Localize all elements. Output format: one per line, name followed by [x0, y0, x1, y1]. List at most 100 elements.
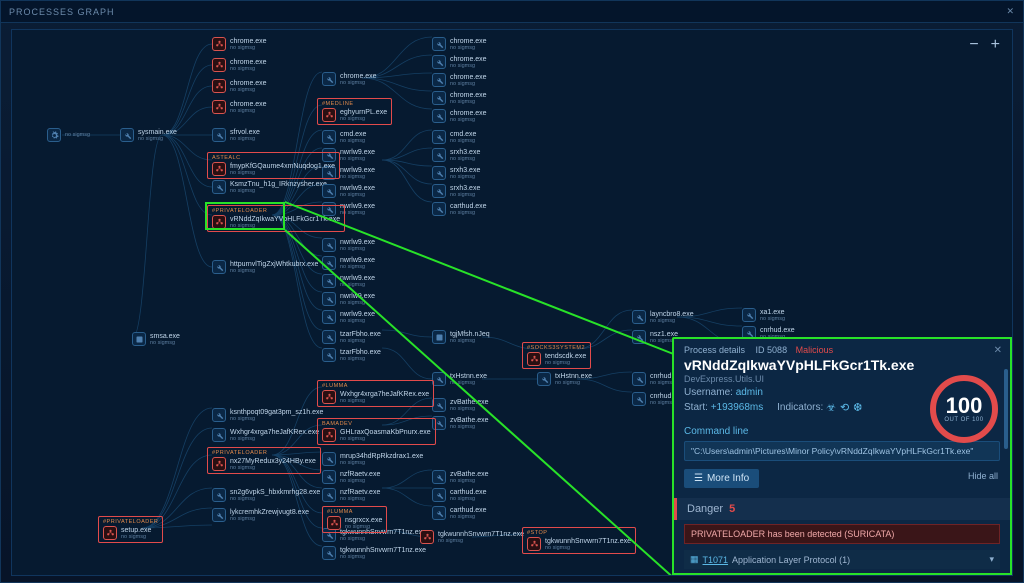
process-node[interactable]: tgkwunnhSnvwrn7T1nz.exeno sigmsg: [420, 530, 524, 544]
biohazard-icon: ☣: [826, 401, 836, 414]
process-node[interactable]: cmd.exeno sigmsg: [432, 130, 476, 144]
process-node[interactable]: chrome.exeno sigmsg: [432, 73, 487, 87]
wrench-icon: [212, 508, 226, 522]
process-node[interactable]: #MEDLINEeghyurnPL.exeno sigmsg: [317, 98, 392, 125]
process-node[interactable]: chrome.exeno sigmsg: [322, 72, 377, 86]
process-node[interactable]: xa1.exeno sigmsg: [742, 308, 785, 322]
panel-label: Process details: [684, 345, 745, 355]
process-node[interactable]: httpurnvlTigZxjWhtkubrx.exeno sigmsg: [212, 260, 318, 274]
process-node[interactable]: tzarFbho.exeno sigmsg: [322, 330, 381, 344]
scrollbar-thumb[interactable]: [1004, 369, 1008, 449]
haz-icon: [212, 162, 226, 176]
chevron-down-icon: ▾: [989, 554, 994, 565]
process-node[interactable]: KsmzTnu_h1g_IRknzysher.exeno sigmsg: [212, 180, 327, 194]
process-node[interactable]: cmd.exeno sigmsg: [322, 130, 366, 144]
haz-icon: [322, 108, 336, 122]
process-node[interactable]: zvBathe.exeno sigmsg: [432, 470, 489, 484]
wrench-icon: [432, 184, 446, 198]
process-node[interactable]: nzfRaetv.exeno sigmsg: [322, 470, 380, 484]
mitre-id[interactable]: T1071: [703, 555, 729, 565]
more-info-button[interactable]: ☰ More Info: [684, 469, 759, 488]
wrench-icon: [432, 109, 446, 123]
wrench-icon: [322, 184, 336, 198]
score-value: 100: [946, 395, 983, 417]
haz-icon: [103, 526, 117, 540]
process-node[interactable]: ASTEALCfmypKfGQaume4xmNuqdog1.exeno sigm…: [207, 152, 340, 179]
process-node[interactable]: tgkwunnhSnvwrn7T1nz.exeno sigmsg: [322, 546, 426, 560]
mitre-row[interactable]: ▦ T1071 Application Layer Protocol (1) ▾: [684, 550, 1000, 569]
zoom-out-button[interactable]: −: [969, 36, 978, 54]
process-node[interactable]: BAMADEVGHLraxQoasmaKbPnurx.exeno sigmsg: [317, 418, 436, 445]
hide-all-button[interactable]: Hide all: [968, 471, 998, 481]
process-node[interactable]: chrome.exeno sigmsg: [432, 55, 487, 69]
haz-icon: [212, 457, 226, 471]
process-node[interactable]: nwrlw9.exeno sigmsg: [322, 238, 375, 252]
process-node[interactable]: chrome.exeno sigmsg: [212, 100, 267, 114]
haz-icon: [212, 58, 226, 72]
process-node[interactable]: nzfRaetv.exeno sigmsg: [322, 488, 380, 502]
process-node[interactable]: layncbro8.exeno sigmsg: [632, 310, 694, 324]
process-node[interactable]: sfrvol.exeno sigmsg: [212, 128, 260, 142]
threat-score-ring: 100 OUT OF 100: [930, 375, 998, 443]
process-node[interactable]: chrome.exeno sigmsg: [212, 58, 267, 72]
graph-canvas[interactable]: − + no sigmsg sysmain.exeno sigmsg chrome.…: [11, 29, 1013, 576]
process-node[interactable]: sysmain.exeno sigmsg: [120, 128, 177, 142]
process-node[interactable]: no sigmsg: [47, 128, 90, 142]
close-icon[interactable]: ✕: [994, 345, 1002, 356]
process-node[interactable]: nwrlw9.exeno sigmsg: [322, 274, 375, 288]
process-node[interactable]: smsa.exeno sigmsg: [132, 332, 180, 346]
wrench-icon: [322, 470, 336, 484]
process-node[interactable]: carthud.exeno sigmsg: [432, 202, 487, 216]
wrench-icon: [212, 180, 226, 194]
process-node[interactable]: tzarFbho.exeno sigmsg: [322, 348, 381, 362]
wrench-icon: [212, 428, 226, 442]
danger-section[interactable]: Danger5: [674, 498, 1010, 520]
box-icon: [432, 330, 446, 344]
process-node[interactable]: Wxhgr4xrga7heJafKRex.exeno sigmsg: [212, 428, 319, 442]
process-node[interactable]: chrome.exeno sigmsg: [432, 109, 487, 123]
process-node[interactable]: chrome.exeno sigmsg: [432, 37, 487, 51]
process-node[interactable]: tgjMfsh.nJeqno sigmsg: [432, 330, 490, 344]
process-node[interactable]: srxh3.exeno sigmsg: [432, 184, 480, 198]
process-node[interactable]: ksnthpoqt09gat3pm_sz1h.exeno sigmsg: [212, 408, 323, 422]
sync-icon: ⟲: [840, 401, 849, 414]
process-node[interactable]: nwrlw9.exeno sigmsg: [322, 256, 375, 270]
process-node[interactable]: #SOCKS3SYSTEM2tendscdk.exeno sigmsg: [522, 342, 591, 369]
wrench-icon: [432, 202, 446, 216]
process-node[interactable]: #PRIVATELOADERvRNddZqIkwaYVpHLFkGcr1Tk.e…: [207, 205, 345, 232]
process-node[interactable]: #LUMMAnsgrxcx.exeno sigmsg: [322, 506, 387, 533]
commandline-value[interactable]: "C:\Users\admin\Pictures\Minor Policy\vR…: [684, 441, 1000, 461]
process-node[interactable]: carthud.exeno sigmsg: [432, 488, 487, 502]
wrench-icon: [322, 72, 336, 86]
process-node[interactable]: #STOPtgkwunnhSnvwrn7T1nz.exeno sigmsg: [522, 527, 636, 554]
process-node[interactable]: chrome.exeno sigmsg: [212, 79, 267, 93]
process-node[interactable]: nwrlw9.exeno sigmsg: [322, 310, 375, 324]
haz-icon: [527, 537, 541, 551]
process-node[interactable]: nwrlw9.exeno sigmsg: [322, 184, 375, 198]
wrench-icon: [432, 73, 446, 87]
process-node[interactable]: srxh3.exeno sigmsg: [432, 166, 480, 180]
gear-icon: [47, 128, 61, 142]
process-node[interactable]: zvBathe.exeno sigmsg: [432, 398, 489, 412]
process-node[interactable]: #LUMMAWxhgr4xrga7heJafKRex.exeno sigmsg: [317, 380, 434, 407]
process-node[interactable]: lykcremhkZrewjvugt8.exeno sigmsg: [212, 508, 309, 522]
process-node[interactable]: txHstnn.exeno sigmsg: [432, 372, 487, 386]
wrench-icon: [632, 372, 646, 386]
process-node[interactable]: srxh3.exeno sigmsg: [432, 148, 480, 162]
process-node[interactable]: nwrlw9.exeno sigmsg: [322, 292, 375, 306]
wrench-icon: [212, 260, 226, 274]
process-node[interactable]: txHstnn.exeno sigmsg: [537, 372, 592, 386]
process-node[interactable]: chrome.exeno sigmsg: [212, 37, 267, 51]
process-node[interactable]: zvBathe.exeno sigmsg: [432, 416, 489, 430]
zoom-in-button[interactable]: +: [991, 36, 1000, 54]
process-node[interactable]: chrome.exeno sigmsg: [432, 91, 487, 105]
process-node[interactable]: mrup34hdRpRkzdrax1.exeno sigmsg: [322, 452, 423, 466]
wrench-icon: [322, 274, 336, 288]
process-node[interactable]: #PRIVATELOADERsetup.exeno sigmsg: [98, 516, 163, 543]
process-node[interactable]: sn2g6vpkS_hbxkmrhg28.exeno sigmsg: [212, 488, 320, 502]
haz-icon: [212, 100, 226, 114]
process-node[interactable]: carthud.exeno sigmsg: [432, 506, 487, 520]
close-icon[interactable]: ✕: [1006, 6, 1015, 17]
process-node[interactable]: #PRIVATELOADERnx27MyRedux3y24HBy.exeno s…: [207, 447, 321, 474]
wrench-icon: [432, 470, 446, 484]
